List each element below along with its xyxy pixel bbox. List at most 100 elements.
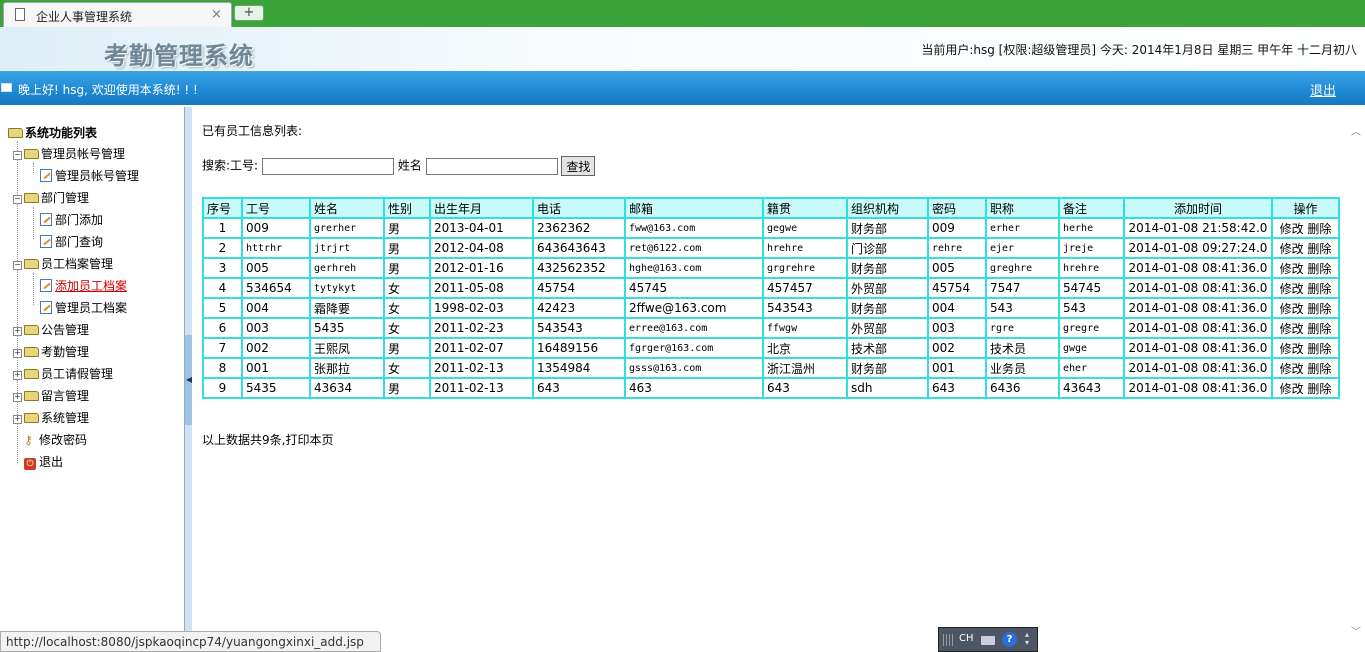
minus-icon[interactable]: − [13,261,22,270]
table-cell: ret@6122.com [624,237,764,259]
minus-icon[interactable]: − [13,151,22,160]
sidebar-item-department-add[interactable]: 部门添加 [40,211,103,228]
sidebar-item-admin-accounts[interactable]: 管理员帐号管理 [40,167,139,184]
sidebar-group-system[interactable]: + 系统管理 [13,409,89,426]
table-cell: 财务部 [846,297,929,319]
edit-link[interactable]: 修改 [1280,342,1304,356]
sidebar-group-departments[interactable]: − 部门管理 [13,189,89,206]
table-cell: fww@163.com [624,217,764,239]
name-input[interactable] [425,157,558,175]
sidebar-group-attendance[interactable]: + 考勤管理 [13,343,89,360]
delete-link[interactable]: 删除 [1307,322,1331,336]
table-cell: 8 [202,357,243,379]
table-cell: 7547 [985,277,1060,299]
table-cell: 外贸部 [846,317,929,339]
ime-language[interactable]: CH [959,633,974,644]
table-cell: 001 [241,357,311,379]
scroll-down-icon[interactable]: ﹀ [1351,623,1361,638]
sidebar-item-change-password[interactable]: ⚷ 修改密码 [24,431,87,448]
table-cell: ejer [985,237,1060,259]
folder-open-icon [8,128,23,138]
delete-link[interactable]: 删除 [1307,302,1331,316]
browser-tab[interactable]: 企业人事管理系统 × [3,2,232,27]
plus-icon[interactable]: + [13,415,22,424]
keyboard-icon[interactable] [981,636,995,645]
edit-link[interactable]: 修改 [1280,302,1304,316]
table-cell: 2362362 [532,217,626,239]
table-cell: 002 [927,337,987,359]
edit-link[interactable]: 修改 [1280,322,1304,336]
table-cell: 9 [202,377,243,399]
edit-link[interactable]: 修改 [1280,242,1304,256]
column-header: 姓名 [309,197,385,219]
sidebar-group-announcements[interactable]: + 公告管理 [13,321,89,338]
sidebar-splitter[interactable]: ◀ [184,107,192,631]
sidebar-item-add-employee-record[interactable]: 添加员工档案 [40,277,127,294]
folder-icon [24,391,39,401]
document-icon [15,8,25,21]
table-cell: grgrehre [762,257,848,279]
table-row: 8 001 张那拉女 2011-02-13 1354984 gsss@163.com 浙江温… [202,357,1340,379]
table-cell: fgrger@163.com [624,337,764,359]
folder-open-icon [24,259,39,269]
delete-link[interactable]: 删除 [1307,222,1331,236]
table-cell: 2014-01-08 08:41:36.0 [1123,377,1273,399]
sidebar-group-leave[interactable]: + 员工请假管理 [13,365,113,382]
table-cell: 005 [927,257,987,279]
logout-link[interactable]: 退出 [1310,80,1336,99]
plus-icon[interactable]: + [13,327,22,336]
help-icon[interactable]: ? [1002,632,1017,647]
delete-link[interactable]: 删除 [1307,242,1331,256]
delete-link[interactable]: 删除 [1307,342,1331,356]
table-body: 1 009 grerher 男 2013-04-01 2362362 fww@163.com… [202,217,1340,399]
edit-link[interactable]: 修改 [1280,382,1304,396]
grip-icon[interactable] [943,634,953,646]
new-tab-button[interactable]: + [234,5,264,21]
table-cell: erree@163.com [624,317,764,339]
search-button[interactable]: 查找 [561,156,596,176]
plus-icon[interactable]: + [13,371,22,380]
sidebar-item-exit[interactable]: ⏻ 退出 [24,453,63,470]
system-title: 考勤管理系统 [104,41,254,70]
delete-link[interactable]: 删除 [1307,382,1331,396]
table-cell: 5 [202,297,243,319]
table-cell: 6 [202,317,243,339]
table-cell: 业务员 [985,357,1060,379]
edit-link[interactable]: 修改 [1280,262,1304,276]
ime-options-icon[interactable]: ▴ ▾ [1025,631,1029,647]
folder-icon [24,369,39,379]
delete-link[interactable]: 删除 [1307,362,1331,376]
employee-id-input[interactable] [261,157,394,175]
edit-link[interactable]: 修改 [1280,282,1304,296]
plus-icon[interactable]: + [13,393,22,402]
delete-link[interactable]: 删除 [1307,262,1331,276]
sidebar-group-employee-records[interactable]: − 员工档案管理 [13,255,113,272]
sidebar-item-manage-employee-records[interactable]: 管理员工档案 [40,299,127,316]
sidebar-group-messages[interactable]: + 留言管理 [13,387,89,404]
table-cell: 技术员 [985,337,1060,359]
table-cell: 5435 [241,377,311,399]
scroll-up-icon[interactable]: ︿ [1351,123,1361,138]
plus-icon[interactable]: + [13,349,22,358]
list-title: 已有员工信息列表: [202,124,303,138]
table-cell: 4 [202,277,243,299]
table-cell: 2011-02-13 [429,377,534,399]
tree-root[interactable]: 系统功能列表 [8,124,97,141]
table-row: 6 003 5435 女 2011-02-23 543543 erree@163.com ff… [202,317,1340,339]
sidebar-item-department-query[interactable]: 部门查询 [40,233,103,250]
edit-link[interactable]: 修改 [1280,222,1304,236]
table-cell: 2014-01-08 08:41:36.0 [1123,337,1273,359]
actions-cell: 修改 删除 [1271,337,1340,359]
sidebar-group-admin-accounts[interactable]: − 管理员帐号管理 [13,145,125,162]
column-header: 密码 [927,197,987,219]
ime-toolbar[interactable]: CH ? ▴ ▾ [938,627,1038,652]
table-cell: rgre [985,317,1060,339]
table-cell: 外贸部 [846,277,929,299]
close-icon[interactable]: × [211,7,222,22]
delete-link[interactable]: 删除 [1307,282,1331,296]
minus-icon[interactable]: − [13,195,22,204]
browser-tab-bar: 企业人事管理系统 × + [0,0,1365,27]
table-cell: 3 [202,257,243,279]
table-cell: 2014-01-08 08:41:36.0 [1123,357,1273,379]
edit-link[interactable]: 修改 [1280,362,1304,376]
